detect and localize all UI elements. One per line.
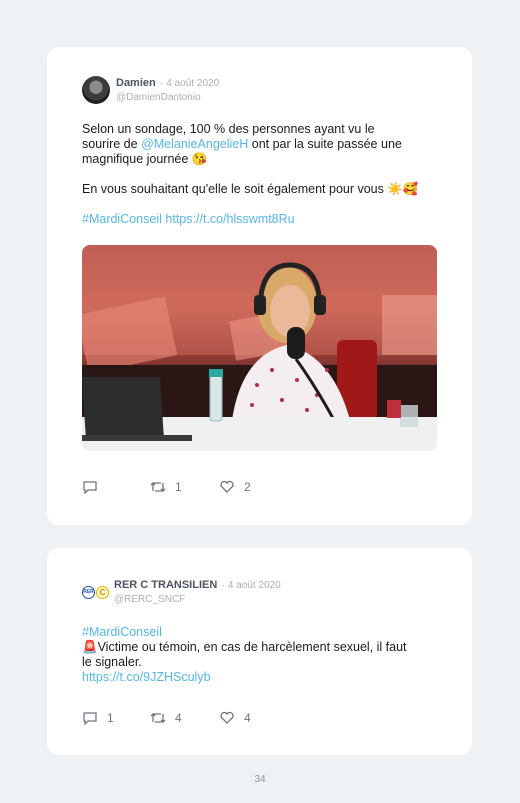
tweet-card: RER C RER C TRANSILIEN · 4 août 2020 @RE… (47, 548, 472, 755)
avatar[interactable]: RER C (82, 585, 109, 599)
retweet-button[interactable]: 4 (149, 711, 219, 725)
line-c-logo-icon: C (96, 585, 109, 599)
author-handle[interactable]: @RERC_SNCF (114, 593, 281, 607)
like-count: 4 (244, 711, 251, 725)
hashtag-link[interactable]: #MardiConseil (82, 212, 162, 226)
hashtag-link[interactable]: #MardiConseil (82, 625, 162, 639)
page-number: 34 (254, 774, 266, 785)
text-line: Selon un sondage, 100 % des personnes ay… (82, 122, 375, 136)
rer-logo-icon: RER (82, 585, 95, 599)
text-line: sourire de @MelanieAngelieH ont par la s… (82, 137, 402, 151)
reply-icon (83, 481, 97, 494)
photo-illustration (82, 245, 437, 451)
links-line: #MardiConseil https://t.co/hlsswmt8Ru (82, 212, 442, 227)
tweet-photo[interactable] (82, 245, 437, 451)
retweet-button[interactable]: 1 (149, 480, 219, 494)
retweet-count: 1 (175, 480, 182, 494)
tweet-card: Damien · 4 août 2020 @DamienDantonio Sel… (47, 47, 472, 525)
reply-button[interactable]: 1 (82, 711, 149, 725)
text-line: 🚨Victime ou témoin, en cas de harcèlemen… (82, 640, 407, 654)
tweet-actions: 1 2 (82, 480, 251, 494)
tweet-date: · 4 août 2020 (221, 580, 281, 591)
like-button[interactable]: 2 (219, 480, 251, 494)
tweet-date: · 4 août 2020 (160, 78, 220, 89)
like-count: 2 (244, 480, 251, 494)
mention-link[interactable]: @MelanieAngelieH (141, 137, 248, 151)
retweet-icon (150, 713, 166, 723)
retweet-count: 4 (175, 711, 182, 725)
tweet-actions: 1 4 4 (82, 711, 251, 725)
heart-icon (220, 711, 234, 724)
avatar[interactable] (82, 76, 110, 104)
reply-button[interactable] (82, 480, 149, 494)
tweet-text: #MardiConseil 🚨Victime ou témoin, en cas… (82, 625, 442, 685)
like-button[interactable]: 4 (219, 711, 251, 725)
reply-count: 1 (107, 711, 114, 725)
text-line: magnifique journée 😘 (82, 152, 208, 166)
tweet-header: RER C RER C TRANSILIEN · 4 août 2020 @RE… (82, 577, 281, 607)
author-name[interactable]: RER C TRANSILIEN (114, 579, 217, 591)
retweet-icon (150, 482, 166, 492)
url-link[interactable]: https://t.co/9JZHSculyb (82, 670, 211, 684)
url-link[interactable]: https://t.co/hlsswmt8Ru (165, 212, 294, 226)
author-handle[interactable]: @DamienDantonio (116, 91, 219, 105)
tweet-header: Damien · 4 août 2020 @DamienDantonio (82, 75, 219, 105)
author-name[interactable]: Damien (116, 77, 156, 89)
text-line: le signaler. (82, 655, 142, 669)
tweet-text: Selon un sondage, 100 % des personnes ay… (82, 122, 442, 227)
reply-icon (83, 712, 97, 725)
heart-icon (220, 480, 234, 493)
text-line: En vous souhaitant qu'elle le soit égale… (82, 182, 419, 196)
